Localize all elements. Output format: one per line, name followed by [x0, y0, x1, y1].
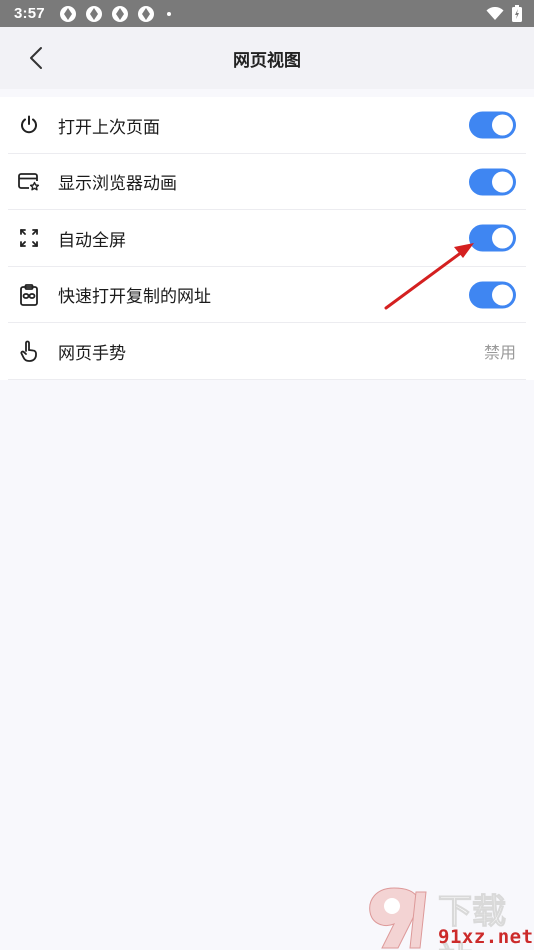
page-title: 网页视图 — [233, 50, 301, 71]
clipboard-link-icon — [18, 283, 40, 306]
watermark: 下载站 91xz.net — [364, 884, 534, 950]
notification-app-icon — [85, 5, 102, 22]
power-icon — [18, 114, 40, 136]
setting-show-browser-animation[interactable]: 显示浏览器动画 — [0, 154, 534, 211]
setting-label: 打开上次页面 — [58, 117, 160, 138]
chevron-left-icon — [30, 47, 42, 69]
show-browser-animation-toggle[interactable] — [469, 168, 516, 196]
app-header: 网页视图 — [0, 27, 534, 89]
setting-label: 显示浏览器动画 — [58, 174, 177, 195]
auto-fullscreen-toggle[interactable] — [469, 224, 516, 252]
fullscreen-icon — [18, 227, 40, 249]
wifi-icon — [486, 6, 504, 20]
back-button[interactable] — [20, 42, 52, 74]
gesture-hand-icon — [18, 340, 40, 363]
setting-quick-open-copied-url[interactable]: 快速打开复制的网址 — [0, 267, 534, 324]
browser-star-icon — [18, 171, 40, 193]
battery-icon — [512, 5, 522, 22]
more-notifications-dot — [166, 11, 171, 16]
toggle-knob — [492, 227, 513, 249]
status-time: 3:57 — [14, 5, 45, 22]
open-last-page-toggle[interactable] — [469, 111, 516, 139]
watermark-domain: 91xz.net — [438, 926, 534, 948]
notification-icons — [59, 5, 171, 23]
quick-open-copied-url-toggle[interactable] — [469, 281, 516, 309]
toggle-knob — [492, 171, 513, 193]
setting-label: 快速打开复制的网址 — [58, 287, 211, 308]
setting-open-last-page[interactable]: 打开上次页面 — [0, 97, 534, 154]
setting-web-gestures[interactable]: 网页手势 禁用 — [0, 323, 534, 380]
notification-app-icon — [111, 5, 128, 22]
watermark-logo-icon — [369, 887, 427, 949]
notification-app-icon — [137, 5, 154, 22]
notification-app-icon — [59, 5, 76, 22]
status-bar: 3:57 — [0, 0, 534, 27]
setting-label: 网页手势 — [58, 343, 126, 364]
setting-label: 自动全屏 — [58, 230, 126, 251]
setting-auto-fullscreen[interactable]: 自动全屏 — [0, 210, 534, 267]
web-gestures-value: 禁用 — [483, 343, 516, 363]
toggle-knob — [492, 284, 513, 306]
toggle-knob — [492, 114, 513, 136]
settings-list: 打开上次页面 显示浏览器动画 自动全屏 快速打开复制的网址 网页手势 禁用 — [0, 97, 534, 380]
